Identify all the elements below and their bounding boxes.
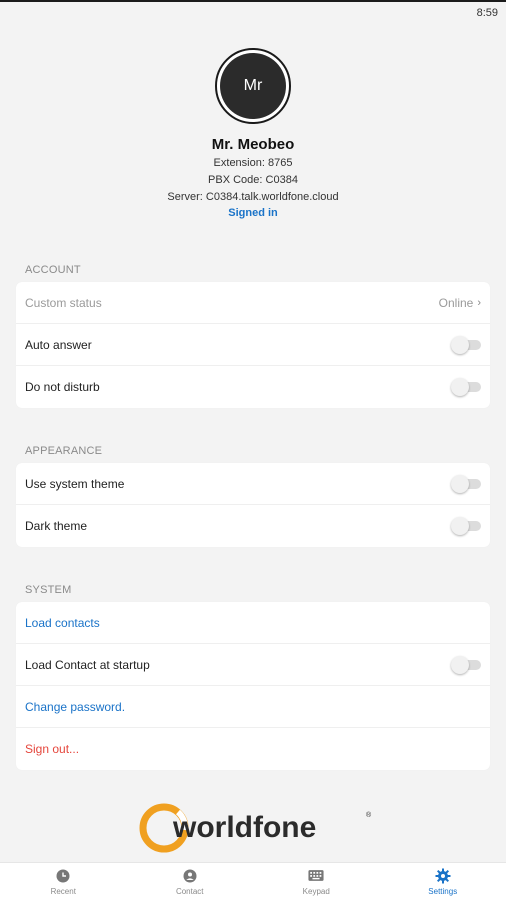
load-contact-startup-row: Load Contact at startup [16,644,490,686]
person-icon [182,868,198,884]
worldfone-logo: worldfone ® [139,803,372,853]
sign-out-label: Sign out... [25,742,80,756]
profile-name: Mr. Meobeo [211,136,295,153]
sign-in-status: Signed in [228,207,278,219]
auto-answer-toggle[interactable] [451,335,481,354]
load-contacts-row[interactable]: Load contacts [16,602,490,644]
avatar: Mr [220,53,286,119]
toggle-knob [451,378,469,396]
profile-pbx-code: PBX Code: C0384 [208,174,298,186]
system-card: Load contacts Load Contact at startup Ch… [16,602,490,770]
toggle-knob [451,517,469,535]
status-bar: 8:59 [0,2,506,24]
chevron-right-icon: › [477,296,481,309]
clock-icon [55,868,71,884]
load-contact-startup-toggle[interactable] [451,655,481,674]
auto-answer-row: Auto answer [16,324,490,366]
account-card: Custom status Online › Auto answer Do no… [16,282,490,408]
change-password-row[interactable]: Change password. [16,686,490,728]
dark-theme-label: Dark theme [25,519,88,533]
do-not-disturb-row: Do not disturb [16,366,490,408]
custom-status-row[interactable]: Custom status Online › [16,282,490,324]
sign-out-row[interactable]: Sign out... [16,728,490,770]
change-password-label: Change password. [25,699,126,714]
keyboard-icon [308,868,324,884]
nav-settings[interactable]: Settings [380,863,506,900]
nav-keypad[interactable]: Keypad [253,863,380,900]
profile-extension: Extension: 8765 [213,157,293,169]
section-title-appearance: APPEARANCE [25,445,103,457]
do-not-disturb-toggle[interactable] [451,378,481,396]
auto-answer-label: Auto answer [25,337,92,352]
section-title-system: SYSTEM [25,584,72,596]
toggle-knob [451,655,469,674]
logo-text: worldfone [172,811,316,844]
dark-theme-toggle[interactable] [451,517,481,535]
custom-status-value: Online [438,295,474,310]
nav-recent-label: Recent [50,886,76,896]
appearance-card: Use system theme Dark theme [16,463,490,547]
profile-header: Mr Mr. Meobeo Extension: 8765 PBX Code: … [0,48,506,219]
nav-settings-label: Settings [428,886,458,896]
gear-icon [435,868,451,884]
custom-status-label: Custom status [25,295,102,310]
nav-contact-label: Contact [175,886,204,896]
do-not-disturb-label: Do not disturb [25,380,100,394]
load-contact-startup-label: Load Contact at startup [25,657,150,672]
status-time: 8:59 [476,7,498,19]
bottom-nav: Recent Contact Keypad Settings [0,862,506,900]
toggle-knob [451,474,469,493]
use-system-theme-toggle[interactable] [451,474,481,493]
dark-theme-row: Dark theme [16,505,490,547]
registered-mark: ® [366,811,372,819]
toggle-knob [451,335,469,354]
avatar-ring: Mr [215,48,291,124]
use-system-theme-label: Use system theme [25,476,125,491]
nav-contact[interactable]: Contact [127,863,254,900]
use-system-theme-row: Use system theme [16,463,490,505]
load-contacts-label: Load contacts [25,615,100,630]
nav-keypad-label: Keypad [302,886,330,896]
custom-status-value-group: Online › [439,296,481,310]
section-title-account: ACCOUNT [25,264,81,276]
profile-server: Server: C0384.talk.worldfone.cloud [167,191,339,203]
nav-recent[interactable]: Recent [0,863,127,900]
